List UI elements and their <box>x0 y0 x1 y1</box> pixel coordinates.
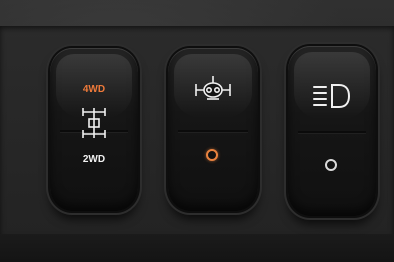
switch-label-4wd: 4WD <box>82 84 106 95</box>
rocker-switch-diff-lock[interactable] <box>168 48 258 211</box>
status-indicator-light <box>325 159 337 171</box>
switch-panel-photo: 4WD 2WD <box>0 0 394 262</box>
differential-lock-icon <box>195 76 231 100</box>
headlight-icon <box>313 84 351 108</box>
rocker-switch-headlights[interactable] <box>288 46 376 216</box>
panel-lower-edge <box>0 234 394 262</box>
drivetrain-4wd-2wd-icon <box>82 108 106 138</box>
rocker-switch-4wd-2wd[interactable]: 4WD 2WD <box>50 48 138 211</box>
switch-label-2wd: 2WD <box>82 154 106 165</box>
status-indicator-light <box>206 149 218 161</box>
